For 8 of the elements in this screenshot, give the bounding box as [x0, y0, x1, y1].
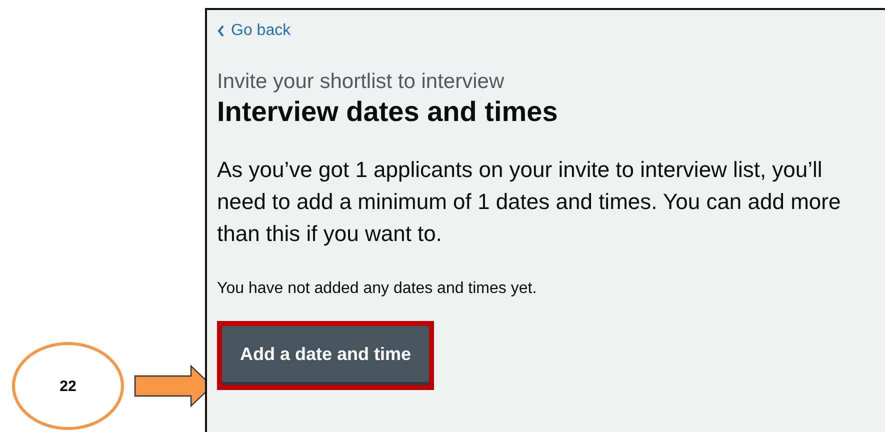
page-caption: Invite your shortlist to interview	[217, 70, 504, 94]
step-callout: 22	[12, 342, 124, 430]
intro-paragraph: As you’ve got 1 applicants on your invite to interview list, you’ll need to add a minimum of 1 dates and times. You can add more than this if you want to.	[217, 156, 842, 248]
add-date-button[interactable]: Add a date and time	[222, 326, 430, 385]
page-heading: Interview dates and times	[217, 96, 558, 128]
back-link[interactable]: Go back	[217, 22, 291, 40]
chevron-left-icon	[217, 25, 225, 37]
status-text: You have not added any dates and times yet.	[217, 280, 537, 298]
